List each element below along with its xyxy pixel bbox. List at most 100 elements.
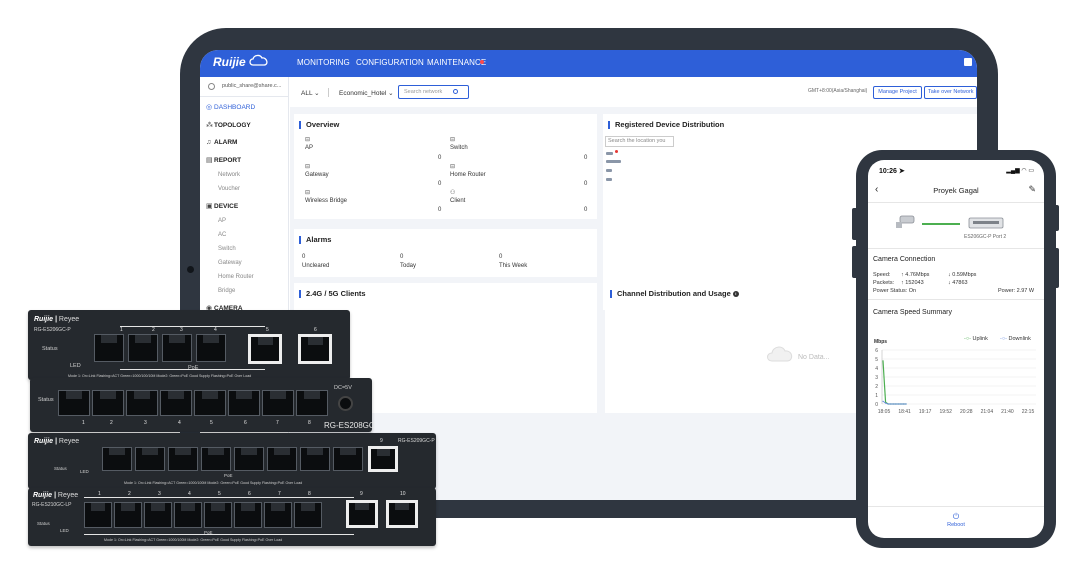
ethernet-port[interactable] (234, 447, 264, 471)
gateway-icon: ⊟ (305, 164, 311, 170)
x-tick-label: 19:17 (919, 409, 932, 415)
overview-value: 0 (584, 155, 588, 161)
port-group-line (84, 497, 354, 498)
ethernet-port[interactable] (168, 447, 198, 471)
ethernet-port[interactable] (296, 390, 328, 416)
menu-icon[interactable] (964, 58, 972, 66)
edit-icon[interactable]: ✎ (1028, 184, 1036, 195)
nav-configuration[interactable]: CONFIGURATION (356, 58, 424, 67)
ethernet-port[interactable] (160, 390, 192, 416)
sidebar-item-report[interactable]: ▤REPORT (206, 156, 241, 164)
port-number: 10 (400, 491, 406, 497)
ap-icon: ⊟ (305, 137, 311, 143)
legend-uplink[interactable]: -○- Uplink (964, 336, 988, 342)
port-number: 5 (266, 327, 269, 333)
ethernet-port[interactable] (92, 390, 124, 416)
y-tick-label: 4 (875, 366, 878, 372)
status-label: Status (42, 346, 58, 352)
alarm-label[interactable]: Uncleared (302, 263, 329, 269)
sidebar-item-network[interactable]: Network (218, 172, 240, 178)
ethernet-port[interactable] (174, 502, 202, 528)
sidebar-item-bridge[interactable]: Bridge (218, 288, 235, 294)
overview-client[interactable]: ⚇ Client (450, 189, 465, 204)
alarm-label[interactable]: Today (400, 263, 416, 269)
sidebar-item-topology[interactable]: ⁂TOPOLOGY (206, 121, 251, 129)
overview-ap[interactable]: ⊟ AP (305, 136, 313, 151)
ethernet-port[interactable] (228, 390, 260, 416)
port-number: 1 (82, 420, 85, 426)
ethernet-port[interactable] (94, 334, 124, 362)
scope-select[interactable]: ALL ⌄ (301, 89, 320, 97)
divider (200, 96, 289, 97)
switch-model: RG-ES210GC-LP (32, 502, 72, 508)
port-number: 8 (308, 420, 311, 426)
connection-line (922, 223, 960, 225)
no-data-label: No Data... (798, 354, 830, 361)
project-select[interactable]: Economic_Hotel ⌄ (339, 89, 394, 97)
ethernet-port[interactable] (201, 447, 231, 471)
sidebar-item-device[interactable]: ▣DEVICE (206, 202, 238, 210)
overview-wireless-bridge[interactable]: ⊟ Wireless Bridge (305, 189, 347, 204)
ethernet-port[interactable] (234, 502, 262, 528)
ethernet-port[interactable] (58, 390, 90, 416)
ethernet-port[interactable] (196, 334, 226, 362)
ethernet-port[interactable] (333, 447, 363, 471)
sidebar-item-alarm[interactable]: ♫ ALARM (206, 139, 237, 146)
ethernet-port[interactable] (126, 390, 158, 416)
alarm-value: 0 (302, 254, 306, 260)
dc-power-jack[interactable] (338, 396, 353, 411)
packets-up: ↑ 152043 (901, 280, 924, 286)
ethernet-port[interactable] (102, 447, 132, 471)
sidebar-item-dashboard[interactable]: ◎ DASHBOARD (206, 103, 255, 111)
uplink-port[interactable] (248, 334, 282, 364)
search-network-input[interactable]: Search network (398, 85, 469, 99)
uplink-port[interactable] (386, 500, 418, 528)
alarm-value: 0 (400, 254, 404, 260)
location-search-input[interactable]: Search the location you (605, 136, 674, 147)
legend-label: Downlink (1008, 336, 1031, 342)
overview-switch[interactable]: ⊟ Switch (450, 136, 468, 151)
ethernet-port[interactable] (204, 502, 232, 528)
overview-value: 0 (438, 155, 442, 161)
uplink-port[interactable] (346, 500, 378, 528)
registered-title: Registered Device Distribution (608, 121, 724, 129)
ethernet-port[interactable] (194, 390, 226, 416)
uplink-port[interactable] (298, 334, 332, 364)
sidebar-item-ap[interactable]: AP (218, 218, 226, 224)
sidebar-label: REPORT (214, 157, 242, 164)
packets-label: Packets: (873, 280, 895, 286)
ethernet-port[interactable] (262, 390, 294, 416)
info-icon[interactable]: i (732, 291, 739, 298)
nav-monitoring[interactable]: MONITORING (297, 58, 350, 67)
user-account[interactable]: public_share@share.c... (206, 80, 286, 94)
switch-es209gc-p: Ruijie | Reyee RG-ES209GC-P Status LED P… (28, 433, 436, 489)
sidebar-item-gateway[interactable]: Gateway (218, 260, 242, 266)
sidebar-item-voucher[interactable]: Voucher (218, 186, 240, 192)
ethernet-port[interactable] (128, 334, 158, 362)
ethernet-port[interactable] (267, 447, 297, 471)
sidebar-item-home-router[interactable]: Home Router (218, 274, 254, 280)
ethernet-port[interactable] (300, 447, 330, 471)
uplink-port[interactable] (368, 446, 398, 472)
sidebar-item-switch[interactable]: Switch (218, 246, 236, 252)
alarm-label[interactable]: This Week (499, 263, 527, 269)
port-number: 3 (144, 420, 147, 426)
overview-gateway[interactable]: ⊟ Gateway (305, 163, 329, 178)
nav-maintenance[interactable]: MAINTENANCE (427, 58, 486, 67)
take-over-network-button[interactable]: Take over Network (924, 86, 977, 99)
data-point (902, 403, 905, 405)
ethernet-port[interactable] (294, 502, 322, 528)
ethernet-port[interactable] (84, 502, 112, 528)
overview-home-router[interactable]: ⊟ Home Router (450, 163, 486, 178)
ethernet-port[interactable] (135, 447, 165, 471)
report-icon: ▤ (206, 157, 213, 164)
ethernet-port[interactable] (114, 502, 142, 528)
reboot-button[interactable]: ⏻ Reboot (868, 512, 1044, 528)
manage-project-button[interactable]: Manage Project (873, 86, 922, 99)
ethernet-port[interactable] (144, 502, 172, 528)
sidebar-item-ac[interactable]: AC (218, 232, 226, 238)
ethernet-port[interactable] (162, 334, 192, 362)
legend-downlink[interactable]: -○- Downlink (1000, 336, 1031, 342)
overview-value: 0 (438, 181, 442, 187)
ethernet-port[interactable] (264, 502, 292, 528)
